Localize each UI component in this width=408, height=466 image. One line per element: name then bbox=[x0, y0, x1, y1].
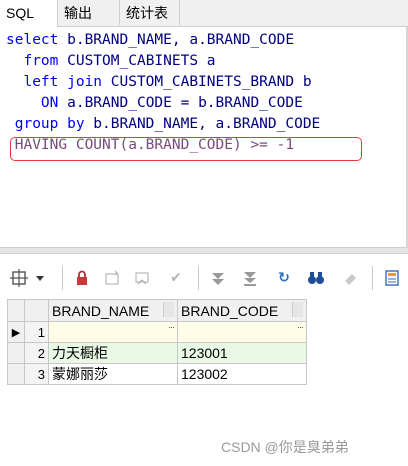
sql-keyword: group by bbox=[6, 116, 85, 132]
grid-options-dropdown[interactable] bbox=[10, 268, 44, 288]
last-record-button[interactable] bbox=[240, 268, 260, 288]
refresh-icon: ↻ bbox=[278, 270, 290, 286]
row-number: 3 bbox=[24, 363, 49, 385]
eraser-icon bbox=[345, 274, 356, 285]
column-header-brand-code[interactable]: BRAND_CODE bbox=[177, 299, 307, 322]
sql-text: a.BRAND_CODE = b.BRAND_CODE bbox=[58, 95, 303, 111]
current-row-indicator-icon: ▶ bbox=[7, 321, 25, 343]
row-number: 1 bbox=[24, 321, 49, 343]
cell-brand-code[interactable]: 123001 bbox=[177, 342, 307, 364]
sql-keyword: left join bbox=[6, 74, 103, 90]
sql-line: select b.BRAND_NAME, a.BRAND_CODE bbox=[6, 30, 320, 51]
export-button[interactable] bbox=[382, 268, 402, 288]
table-row[interactable]: 3 蒙娜丽莎 123002 bbox=[7, 363, 307, 385]
row-number: 2 bbox=[24, 342, 49, 364]
cell-brand-name[interactable]: 蒙娜丽莎 bbox=[48, 363, 178, 385]
insert-record-icon bbox=[105, 270, 119, 285]
sql-keyword: ON bbox=[6, 95, 59, 111]
next-record-button[interactable] bbox=[208, 268, 228, 288]
highlight-annotation-box bbox=[10, 137, 362, 161]
sql-line: from CUSTOM_CABINETS a bbox=[6, 51, 320, 72]
cell-brand-name[interactable]: 力天橱柜 bbox=[48, 342, 178, 364]
sql-line: ON a.BRAND_CODE = b.BRAND_CODE bbox=[6, 93, 320, 114]
sql-keyword: from bbox=[6, 53, 59, 69]
row-indicator bbox=[7, 363, 25, 385]
grid-header-row: BRAND_NAME BRAND_CODE bbox=[7, 299, 307, 322]
clear-button[interactable] bbox=[340, 268, 360, 288]
tab-sql[interactable]: SQL bbox=[0, 0, 58, 27]
lock-button[interactable] bbox=[72, 268, 92, 288]
tab-output[interactable]: 输出 bbox=[58, 0, 120, 25]
cell-brand-name[interactable]: ··· bbox=[48, 321, 178, 343]
insert-record-button[interactable] bbox=[102, 268, 122, 288]
delete-record-button[interactable] bbox=[132, 268, 152, 288]
sql-text: b.BRAND_NAME, a.BRAND_CODE bbox=[84, 116, 321, 132]
cell-brand-code[interactable]: ··· bbox=[177, 321, 307, 343]
binoculars-icon bbox=[308, 272, 324, 284]
post-changes-button[interactable]: ✔ bbox=[166, 268, 186, 288]
grid-toolbar: ✔ ↻ bbox=[0, 260, 408, 296]
column-header-brand-name[interactable]: BRAND_NAME bbox=[48, 299, 178, 322]
rownum-header bbox=[24, 299, 49, 322]
find-button[interactable] bbox=[306, 268, 326, 288]
grid-settings-icon bbox=[10, 269, 44, 287]
sql-line: left join CUSTOM_CABINETS_BRAND b bbox=[6, 72, 320, 93]
arrow-down-icon bbox=[212, 273, 224, 285]
sql-text: CUSTOM_CABINETS a bbox=[58, 53, 216, 69]
result-grid: BRAND_NAME BRAND_CODE ▶ 1 ··· ··· 2 力天橱柜… bbox=[7, 299, 307, 385]
sql-keyword: select bbox=[6, 32, 59, 48]
lock-icon bbox=[77, 270, 87, 285]
delete-record-icon bbox=[135, 272, 149, 285]
pane-splitter[interactable] bbox=[0, 247, 408, 254]
cell-brand-code[interactable]: 123002 bbox=[177, 363, 307, 385]
row-indicator bbox=[7, 342, 25, 364]
arrow-down-bar-icon bbox=[244, 272, 256, 286]
sql-text: CUSTOM_CABINETS_BRAND b bbox=[102, 74, 312, 90]
table-row[interactable]: ▶ 1 ··· ··· bbox=[7, 321, 307, 343]
watermark: CSDN @你是臭弟弟 bbox=[221, 439, 349, 455]
sql-text: b.BRAND_NAME, a.BRAND_CODE bbox=[58, 32, 295, 48]
tab-statistics[interactable]: 统计表 bbox=[120, 0, 180, 25]
checkmark-icon: ✔ bbox=[170, 270, 182, 286]
sql-editor[interactable]: select b.BRAND_NAME, a.BRAND_CODE from C… bbox=[0, 27, 408, 247]
sql-line: group by b.BRAND_NAME, a.BRAND_CODE bbox=[6, 114, 321, 135]
export-icon bbox=[385, 270, 399, 286]
result-tabs: SQL 输出 统计表 bbox=[0, 0, 408, 27]
corner-cell bbox=[7, 299, 25, 322]
chevron-down-icon bbox=[36, 276, 44, 281]
cell-edit-button[interactable]: ··· bbox=[297, 322, 304, 332]
cell-edit-button[interactable]: ··· bbox=[168, 322, 175, 332]
refresh-button[interactable]: ↻ bbox=[274, 268, 294, 288]
table-row[interactable]: 2 力天橱柜 123001 bbox=[7, 342, 307, 364]
